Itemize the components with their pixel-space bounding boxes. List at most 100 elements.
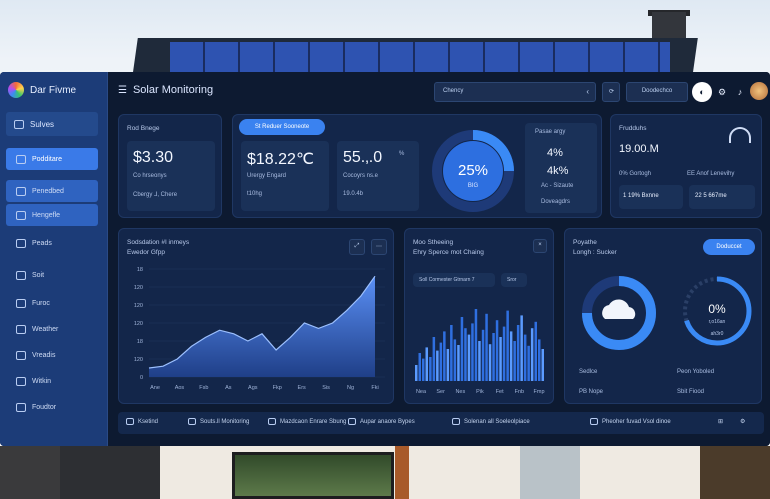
sidebar-item[interactable]: Foudtor xyxy=(6,396,98,418)
header-button[interactable]: Doodechco xyxy=(626,82,688,102)
bar xyxy=(492,333,495,381)
close-button[interactable]: × xyxy=(533,239,547,253)
area-series xyxy=(149,276,375,377)
bar xyxy=(506,310,509,381)
power-icon[interactable]: ◐ xyxy=(692,82,712,102)
bottom-bar-label: Solenan all Soeleolpiace xyxy=(464,418,530,425)
bar xyxy=(450,325,453,381)
bar-filter-button[interactable]: Sror xyxy=(501,273,527,287)
weather-subtitle: Longh : Sucker xyxy=(573,249,617,256)
notification-icon[interactable]: ♪ xyxy=(730,82,750,102)
bar xyxy=(499,337,502,381)
settings-icon[interactable]: ⚙ xyxy=(740,418,745,425)
right-kpi-r1: 0% Gortogh xyxy=(619,171,652,177)
kpi-sub-card: $3.30 Co hrseonys Cbergy ⅃, Chere xyxy=(127,141,215,211)
bottom-bar-item[interactable]: Solenan all Soeleolpiace xyxy=(452,418,530,425)
sidebar-item-label: Penedbed xyxy=(32,187,64,195)
nav-icon xyxy=(16,210,26,220)
kpi-value-4a: 4% xyxy=(547,147,563,159)
sidebar-item[interactable]: Podditare xyxy=(6,148,98,170)
nav-icon xyxy=(16,350,26,360)
bar xyxy=(432,337,436,381)
sidebar-item[interactable]: Penedbed xyxy=(6,180,98,202)
x-tick-label: Ags xyxy=(248,385,258,391)
brand: Dar Fivme xyxy=(8,82,76,98)
bar xyxy=(457,345,460,381)
bar xyxy=(530,328,534,381)
kpi-sub-4: Ac - Sizaute xyxy=(541,183,574,189)
bar xyxy=(474,309,478,381)
bar xyxy=(527,345,530,381)
kpi-sub-card-3: 55.‚.0 % Cocoyrs ns.e 19.0.4b xyxy=(337,141,419,211)
bar-chart-card: Moo Stheeing Ehry Sperce mot Chaing × So… xyxy=(404,228,554,404)
cloud-ring xyxy=(582,276,656,350)
settings-icon[interactable]: ⚙ xyxy=(712,82,732,102)
options-button[interactable]: ⋯ xyxy=(371,239,387,255)
performance-ring: 0% r,o16an ah3r0 xyxy=(682,276,752,346)
x-tick-label: Pik xyxy=(476,389,484,395)
sidebar-item-label: Soit xyxy=(32,271,45,279)
header-select[interactable]: Chency ‹ xyxy=(434,82,596,102)
bar-item-icon xyxy=(590,418,598,425)
sidebar-top-button[interactable]: Sulves xyxy=(6,112,98,136)
bottom-bar-item[interactable]: Souts.ll Monitoring xyxy=(188,418,249,425)
bar xyxy=(523,334,527,381)
kpi-value-4b: 4k% xyxy=(547,165,569,177)
bar xyxy=(429,357,432,381)
bar xyxy=(418,353,421,381)
kpi-unit-3: % xyxy=(399,151,405,157)
sidebar-item[interactable]: Peads xyxy=(6,232,98,254)
gauge-chart: 25% BIG xyxy=(432,130,514,212)
x-tick-label: Ng xyxy=(347,385,354,391)
kpi-foot-4: Doveagdrs xyxy=(541,199,571,205)
bar xyxy=(467,334,471,381)
kpi-card-group: St Reduer Sooneote $18.22℃ Urergy Engard… xyxy=(232,114,602,218)
sidebar-item[interactable]: Witkin xyxy=(6,370,98,392)
x-tick-label: Fet xyxy=(496,389,504,395)
grid-icon[interactable]: ⊞ xyxy=(718,418,723,425)
bar xyxy=(436,350,439,381)
bottom-bar-item[interactable]: Pheoher fuvad Vsol dinoe xyxy=(590,418,671,425)
sidebar-item[interactable]: Soit xyxy=(6,264,98,286)
bar xyxy=(485,313,488,381)
x-tick-label: Fmp xyxy=(534,389,545,395)
sidebar: Dar Fivme Sulves Podditare Penedbed Hengef… xyxy=(0,72,108,446)
x-tick-label: Nea xyxy=(416,389,427,395)
right-kpi-box-2: 22 5 667me xyxy=(689,185,755,209)
bar xyxy=(488,344,492,381)
expand-button[interactable]: ⤢ xyxy=(349,239,365,255)
sidebar-item[interactable]: Weather xyxy=(6,318,98,340)
sidebar-item[interactable]: Furoc xyxy=(6,292,98,314)
kpi-sub-card-4: Pasae argy 4% 4k% Ac - Sizaute Doveagdrs xyxy=(525,123,597,213)
x-tick-label: Fsb xyxy=(199,385,208,391)
bar-item-icon xyxy=(348,418,356,425)
kpi-sub-3: Cocoyrs ns.e xyxy=(343,173,379,179)
sidebar-item[interactable]: Hengefle xyxy=(6,204,98,226)
bar-filter[interactable]: Soll Cormester Gtrnarn 7 xyxy=(413,273,495,287)
bottom-bar-label: Souts.ll Monitoring xyxy=(200,418,250,425)
logo-icon xyxy=(8,82,24,98)
refresh-button[interactable]: ⟳ xyxy=(602,82,620,102)
weather-badge[interactable]: Doduccet xyxy=(703,239,755,255)
y-tick-label: 120 xyxy=(134,303,143,309)
bottom-bar-item[interactable]: Aupar anaore Bypes xyxy=(348,418,415,425)
bar xyxy=(471,323,474,381)
list-icon xyxy=(14,119,24,129)
bar xyxy=(439,342,443,381)
kpi-tab[interactable]: St Reduer Sooneote xyxy=(239,119,325,135)
x-tick-label: Sis xyxy=(322,385,330,391)
nav-icon xyxy=(16,402,26,412)
nav-icon xyxy=(16,298,26,308)
bottom-bar-item[interactable]: Mazdcaon Enrare Sbung xyxy=(268,418,346,425)
kpi-value-2: $18.22℃ xyxy=(247,151,314,168)
kpi-foot-2: t10hg xyxy=(247,191,263,197)
area-subtitle: Ewedor Gfpp xyxy=(127,249,165,256)
bottom-bar-label: Aupar anaore Bypes xyxy=(360,418,415,425)
nav-icon xyxy=(16,376,26,386)
sidebar-item[interactable]: Vreadis xyxy=(6,344,98,366)
y-tick-label: 120 xyxy=(134,285,143,291)
y-tick-label: 120 xyxy=(134,357,143,363)
menu-icon[interactable]: ☰ xyxy=(118,85,127,96)
bottom-bar-item[interactable]: Ksetind xyxy=(126,418,158,425)
avatar[interactable] xyxy=(750,82,768,100)
